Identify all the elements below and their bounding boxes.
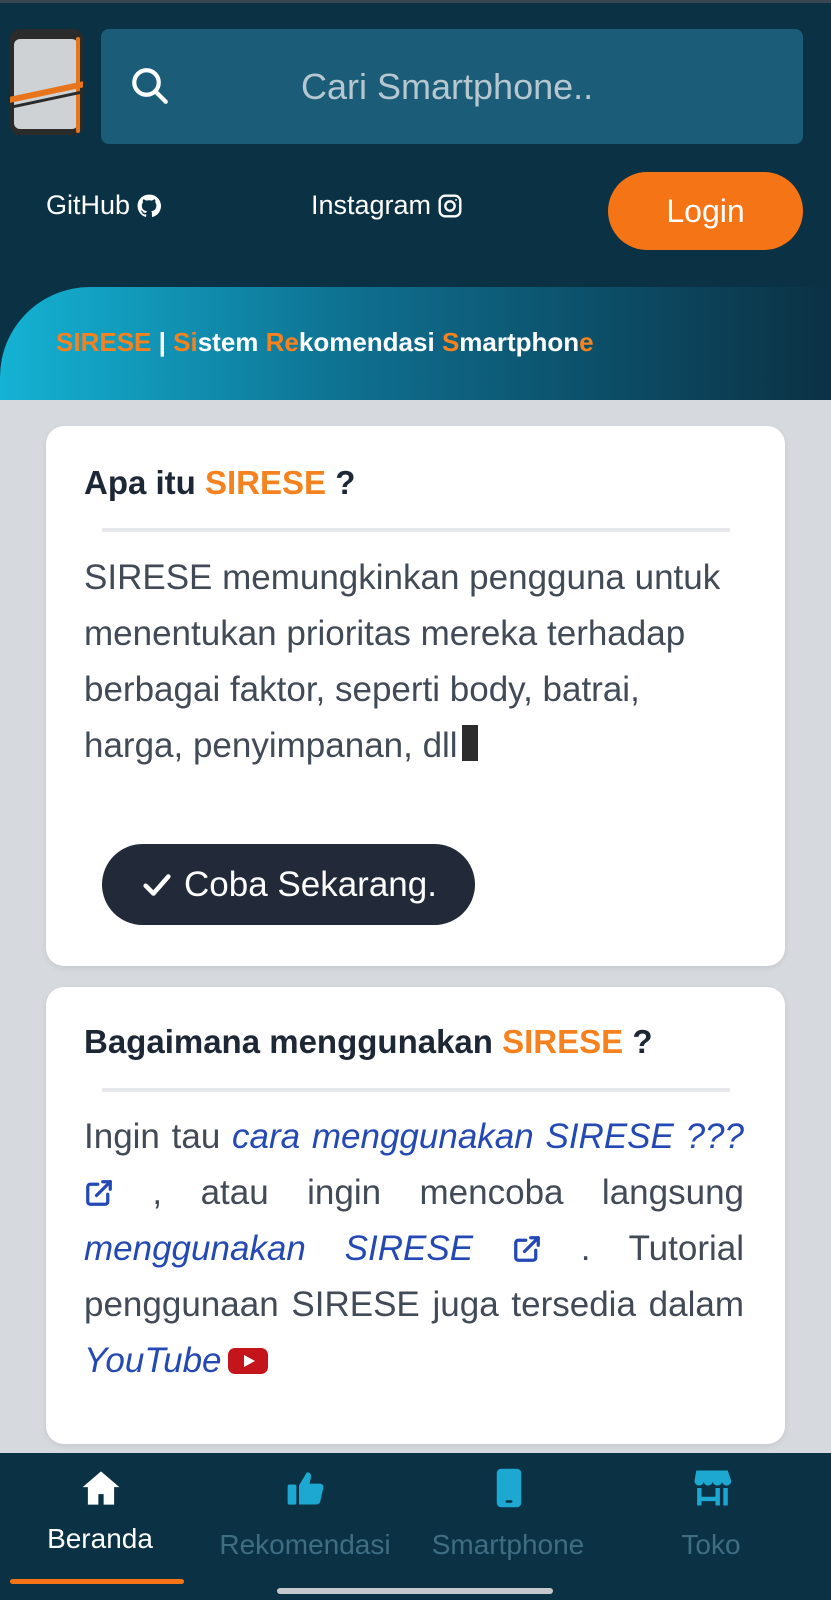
try-sirese-link[interactable]: menggunakan SIRESE (84, 1229, 542, 1268)
instagram-icon (438, 194, 462, 217)
status-divider (0, 0, 831, 3)
try-now-label: Coba Sekarang. (184, 864, 437, 904)
howto-title: Bagaimana menggunakan SIRESE ? (84, 1023, 653, 1060)
home-icon (82, 1471, 120, 1505)
app-logo[interactable] (10, 29, 83, 135)
search-icon (132, 68, 168, 104)
github-link[interactable]: GitHub (46, 190, 162, 221)
youtube-link[interactable]: YouTube (84, 1341, 268, 1380)
github-icon (137, 194, 162, 217)
nav-label: Smartphone (431, 1529, 585, 1560)
howto-body: Ingin tau cara menggunakan SIRESE ??? , … (84, 1117, 745, 1380)
nav-label: Beranda (47, 1523, 153, 1554)
about-body: SIRESE memungkinkan pengguna untuk menen… (84, 558, 721, 765)
nav-tab-beranda[interactable]: Beranda (0, 1453, 200, 1600)
hero-banner: SIRESE | Sistem Rekomendasi Smartphone (0, 287, 831, 400)
typing-cursor (461, 725, 478, 761)
nav-tab-smartphone[interactable]: Smartphone (408, 1453, 608, 1600)
thumbs-up-icon (287, 1472, 324, 1505)
external-link-icon (86, 1180, 112, 1206)
divider (102, 1088, 730, 1092)
howto-card: Bagaimana menggunakan SIRESE ? Ingin tau… (46, 987, 785, 1444)
external-link-icon (514, 1236, 540, 1262)
banner-title: SIRESE | Sistem Rekomendasi Smartphone (56, 327, 594, 357)
search-bar[interactable] (101, 29, 803, 144)
nav-tab-rekomendasi[interactable]: Rekomendasi (205, 1453, 405, 1600)
instagram-label: Instagram (311, 190, 432, 220)
gesture-bar (277, 1588, 553, 1594)
active-tab-indicator (10, 1579, 184, 1584)
instagram-link[interactable]: Instagram (311, 190, 463, 221)
check-icon (143, 873, 171, 896)
nav-label: Toko (681, 1529, 741, 1560)
store-icon (694, 1470, 732, 1506)
login-button[interactable]: Login (608, 172, 803, 250)
youtube-icon (227, 1348, 268, 1374)
nav-label: Rekomendasi (219, 1529, 391, 1560)
about-title: Apa itu SIRESE ? (84, 464, 356, 501)
divider (102, 528, 730, 532)
search-input[interactable] (301, 57, 761, 117)
github-label: GitHub (46, 190, 131, 220)
smartphone-icon (496, 1468, 522, 1508)
about-card: Apa itu SIRESE ? SIRESE memungkinkan pen… (46, 426, 785, 966)
bottom-navigation: Beranda Rekomendasi Smartphone Toko (0, 1453, 831, 1600)
nav-tab-toko[interactable]: Toko (611, 1453, 811, 1600)
try-now-button[interactable]: Coba Sekarang. (102, 844, 475, 925)
